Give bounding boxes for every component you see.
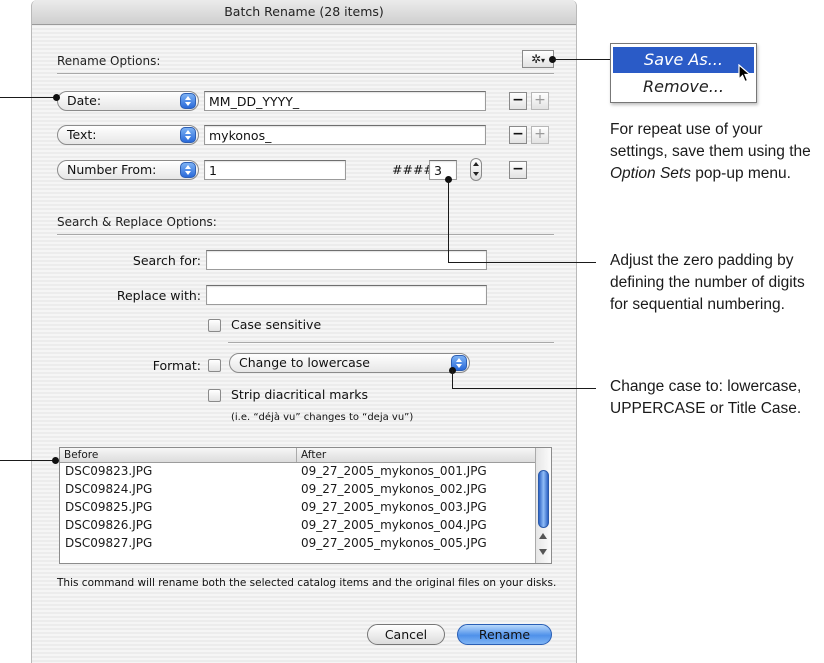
token-popup-date[interactable]: Date: [57,91,199,111]
leader-dot [52,457,59,464]
dialog-title: Batch Rename (28 items) [32,0,576,25]
leader-line [452,388,596,389]
table-row[interactable]: DSC09823.JPG 09_27_2005_mykonos_001.JPG [60,463,536,480]
chevron-down-icon: ▾ [541,56,546,65]
leader-line [448,180,449,262]
token-popup-label: Text: [67,127,97,142]
table-header: Before After [60,448,536,463]
search-input[interactable] [206,250,487,270]
remove-row-button[interactable]: − [509,161,527,179]
popup-arrows-icon [180,127,196,143]
token-popup-label: Date: [67,93,102,108]
number-start-field[interactable] [204,160,346,180]
replace-input[interactable] [206,285,487,305]
menu-item-save-as[interactable]: Save As... [613,47,754,73]
token-popup-label: Number From: [67,162,157,177]
menu-item-remove[interactable]: Remove... [613,74,754,100]
after-cell: 09_27_2005_mykonos_003.JPG [301,500,487,514]
before-cell: DSC09824.JPG [65,482,153,496]
case-sensitive-label: Case sensitive [231,317,322,332]
table-scrollbar[interactable] [535,448,551,563]
before-cell: DSC09826.JPG [65,518,153,532]
table-row[interactable]: DSC09826.JPG 09_27_2005_mykonos_004.JPG [60,517,536,534]
table-row[interactable]: DSC09827.JPG 09_27_2005_mykonos_005.JPG [60,535,536,552]
text-field[interactable] [204,125,486,145]
scroll-up-icon[interactable] [539,533,547,539]
callout-text: pop-up menu. [691,165,791,182]
after-cell: 09_27_2005_mykonos_004.JPG [301,518,487,532]
before-cell: DSC09823.JPG [65,464,153,478]
before-cell: DSC09827.JPG [65,536,153,550]
after-cell: 09_27_2005_mykonos_001.JPG [301,464,487,478]
replace-with-label: Replace with: [116,288,201,303]
add-row-button[interactable]: + [531,126,549,144]
popup-arrows-icon [180,93,196,109]
rename-button[interactable]: Rename [457,624,552,645]
option-sets-menu: Save As... Remove... [610,43,757,103]
before-cell: DSC09825.JPG [65,500,153,514]
leader-line [553,59,610,60]
leader-line [448,262,596,263]
leader-line [452,370,453,388]
scroll-down-icon[interactable] [539,549,547,555]
leader-line [0,97,58,98]
date-format-field[interactable] [204,91,486,111]
case-sensitive-checkbox[interactable] [208,319,221,332]
search-replace-label: Search & Replace Options: [57,215,217,229]
format-popup[interactable]: Change to lowercase [229,353,470,373]
rename-options-label: Rename Options: [57,54,161,68]
mouse-pointer-icon [738,64,752,83]
batch-rename-dialog: Batch Rename (28 items) Rename Options: … [31,0,577,663]
format-label: Format: [152,358,201,373]
leader-dot [53,94,60,101]
digits-field[interactable] [429,160,457,180]
table-row[interactable]: DSC09824.JPG 09_27_2005_mykonos_002.JPG [60,481,536,498]
remove-row-button[interactable]: − [509,126,527,144]
stepper-up-icon [473,162,479,166]
divider [228,342,554,344]
callout-emphasis: Option Sets [610,165,691,182]
column-header-before[interactable]: Before [60,448,297,462]
column-header-after[interactable]: After [297,448,536,462]
rename-preview-table[interactable]: Before After DSC09823.JPG 09_27_2005_myko… [59,447,552,564]
divider [57,73,554,75]
digits-stepper[interactable] [470,158,482,181]
divider [57,234,554,236]
scrollbar-thumb[interactable] [538,470,549,528]
popup-arrows-icon [180,162,196,178]
search-for-label: Search for: [132,253,201,268]
callout-text: For repeat use of your settings, save th… [610,121,811,160]
after-cell: 09_27_2005_mykonos_002.JPG [301,482,487,496]
token-popup-text[interactable]: Text: [57,125,199,145]
format-popup-label: Change to lowercase [239,355,370,370]
callout-option-sets: For repeat use of your settings, save th… [610,119,822,185]
callout-change-case: Change case to: lowercase, UPPERCASE or … [610,378,802,417]
cancel-button[interactable]: Cancel [367,624,445,645]
callout-zero-padding: Adjust the zero padding by defining the … [610,252,805,313]
strip-diacritics-checkbox[interactable] [208,389,221,402]
gear-icon: ✲ [530,52,542,66]
footer-note: This command will rename both the select… [57,577,557,589]
after-cell: 09_27_2005_mykonos_005.JPG [301,536,487,550]
leader-line [0,460,55,461]
stepper-down-icon [473,172,479,176]
strip-diacritics-label: Strip diacritical marks [231,387,368,402]
remove-row-button[interactable]: − [509,92,527,110]
format-checkbox[interactable] [208,359,221,372]
token-popup-number[interactable]: Number From: [57,160,199,180]
strip-diacritics-note: (i.e. “déjà vu” changes to “deja vu”) [231,412,414,423]
table-row[interactable]: DSC09825.JPG 09_27_2005_mykonos_003.JPG [60,499,536,516]
add-row-button[interactable]: + [531,92,549,110]
